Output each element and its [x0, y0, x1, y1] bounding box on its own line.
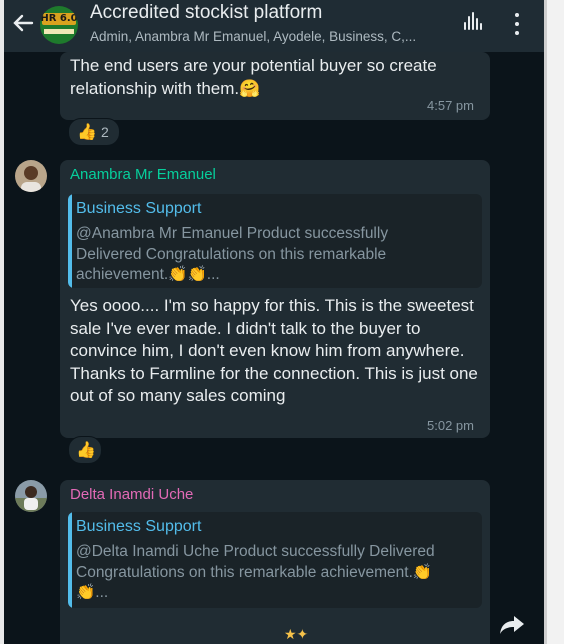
- reaction-badge[interactable]: 👍: [68, 436, 102, 464]
- reaction-count: 2: [101, 124, 109, 140]
- message-time: 5:02 pm: [427, 418, 474, 433]
- hugging-face-emoji: 🤗: [239, 78, 261, 98]
- group-avatar[interactable]: HR 6.0: [40, 6, 78, 44]
- more-options-icon[interactable]: [514, 12, 520, 36]
- sender-avatar[interactable]: [15, 160, 47, 192]
- message-bubble[interactable]: Delta Inamdi Uche Business Support @Delt…: [60, 480, 490, 644]
- message-text: Yes oooo.... I'm so happy for this. This…: [70, 296, 478, 405]
- sender-name[interactable]: Delta Inamdi Uche: [70, 486, 193, 503]
- voice-chat-icon[interactable]: [462, 12, 484, 34]
- thumbs-up-icon: 👍: [77, 124, 97, 141]
- quoted-text: @Delta Inamdi Uche Product successfully …: [76, 543, 435, 601]
- sender-avatar[interactable]: [15, 480, 47, 512]
- quoted-message[interactable]: Business Support @Delta Inamdi Uche Prod…: [68, 512, 482, 608]
- thumbs-up-icon: 👍: [76, 442, 96, 459]
- quoted-author: Business Support: [76, 518, 202, 535]
- chat-header: HR 6.0 Accredited stockist platform Admi…: [4, 0, 544, 52]
- quoted-message[interactable]: Business Support @Anambra Mr Emanuel Pro…: [68, 194, 482, 288]
- share-arrow-icon[interactable]: [498, 612, 538, 644]
- quoted-text: @Anambra Mr Emanuel Product successfully…: [76, 225, 389, 283]
- message-text: The end users are your potential buyer s…: [70, 55, 475, 100]
- reaction-badge[interactable]: 👍 2: [68, 118, 120, 146]
- sparkle-emoji-icon: ★✦: [284, 626, 309, 642]
- group-title[interactable]: Accredited stockist platform: [90, 2, 322, 24]
- message-bubble[interactable]: Anambra Mr Emanuel Business Support @Ana…: [60, 160, 490, 438]
- chat-area[interactable]: The end users are your potential buyer s…: [4, 52, 544, 644]
- message-time: 4:57 pm: [427, 98, 474, 113]
- back-arrow-icon[interactable]: [10, 10, 36, 36]
- message-bubble[interactable]: The end users are your potential buyer s…: [60, 52, 490, 120]
- phone-screen: HR 6.0 Accredited stockist platform Admi…: [4, 0, 544, 644]
- group-members[interactable]: Admin, Anambra Mr Emanuel, Ayodele, Busi…: [90, 29, 416, 44]
- quoted-author: Business Support: [76, 200, 202, 217]
- sender-name[interactable]: Anambra Mr Emanuel: [70, 166, 216, 183]
- group-logo-text: HR 6.0: [40, 13, 78, 24]
- screen-edge: [544, 0, 564, 644]
